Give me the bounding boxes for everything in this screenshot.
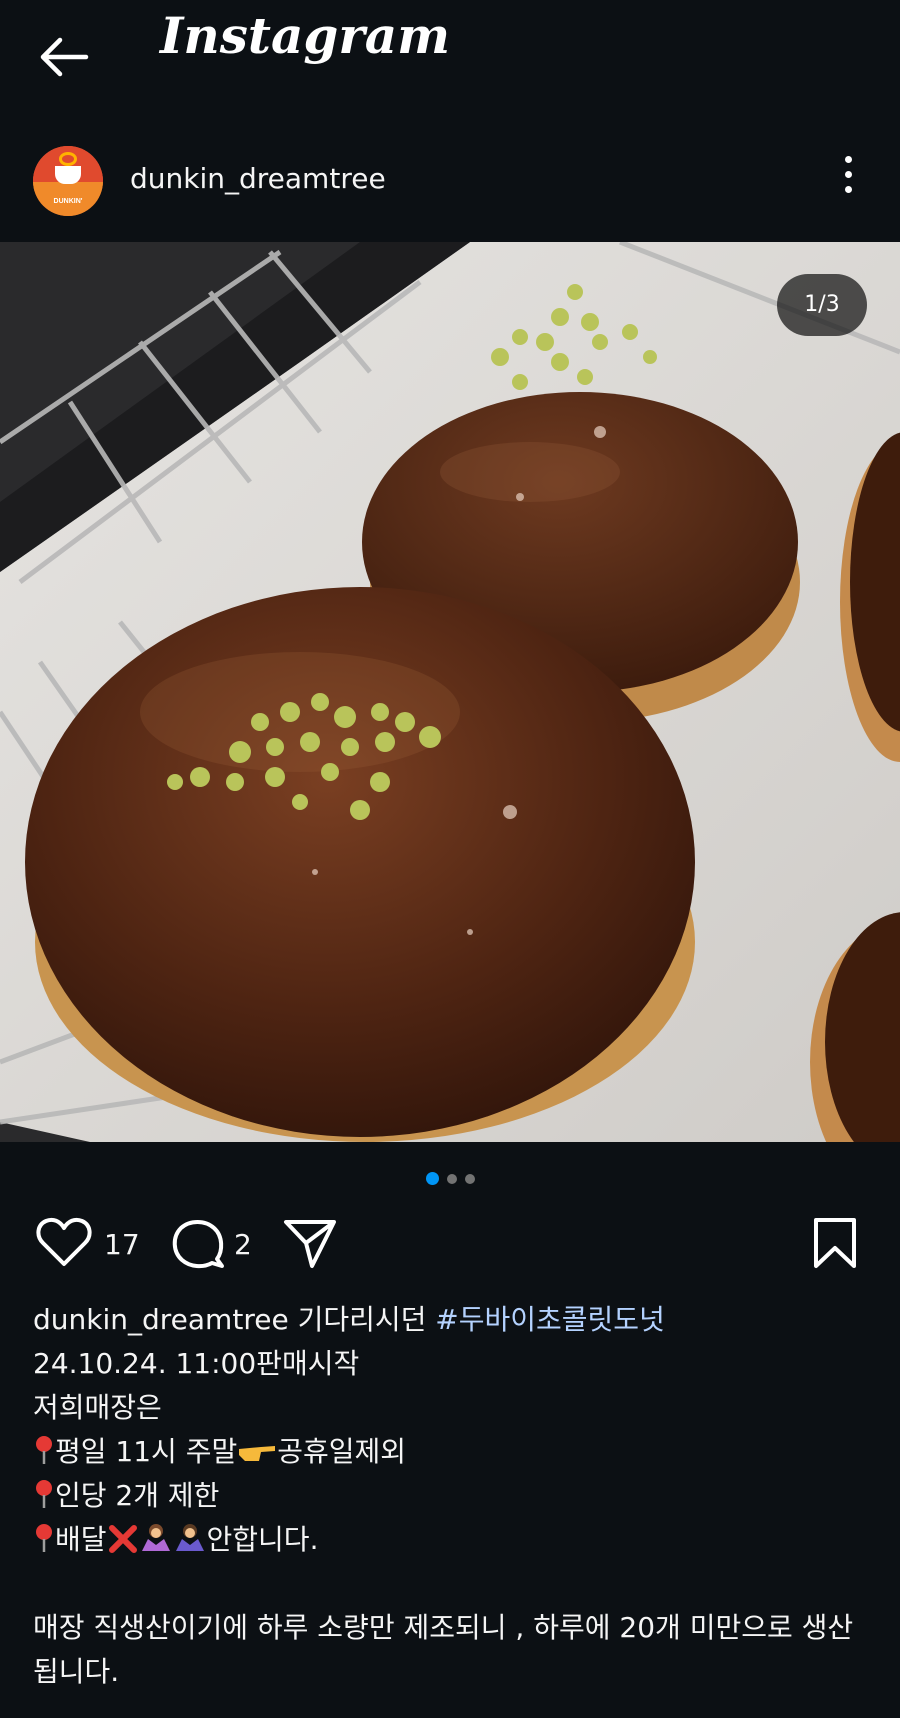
pin-icon (36, 1436, 52, 1464)
caption-paragraph: 매장 직생산이기에 하루 소량만 제조되니 , 하루에 20개 미만으로 생산됩… (33, 1611, 854, 1688)
post-actions: 17 2 (0, 1208, 900, 1278)
pointing-hand-icon (239, 1446, 276, 1461)
comment-count[interactable]: 2 (234, 1228, 252, 1261)
caption-text: 기다리시던 (288, 1303, 436, 1336)
avatar-logo-text: DUNKIN' (53, 198, 83, 205)
donut-photo (0, 242, 900, 1142)
carousel-dot (464, 1174, 475, 1184)
caption-text: 공휴일제외 (277, 1435, 407, 1468)
post-caption: dunkin_dreamtree 기다리시던 #두바이초콜릿도넛 24.10.2… (33, 1298, 873, 1694)
hashtag-link[interactable]: #두바이초콜릿도넛 (435, 1303, 665, 1336)
caption-text: 배달 (55, 1523, 107, 1556)
caption-line-limit: 인당 2개 제한 (33, 1474, 873, 1518)
more-options-icon[interactable] (836, 156, 860, 200)
app-title: Instagram (160, 6, 450, 65)
person-gesturing-no-icon (175, 1524, 204, 1551)
caption-text: 안합니다. (206, 1523, 319, 1556)
back-arrow-icon[interactable] (34, 32, 94, 82)
caption-text: 인당 2개 제한 (55, 1479, 220, 1512)
pin-icon (36, 1480, 52, 1508)
caption-line-store: 저희매장은 (33, 1391, 162, 1424)
like-count[interactable]: 17 (104, 1228, 140, 1261)
carousel-indicator (0, 1169, 900, 1188)
person-gesturing-no-icon (141, 1524, 170, 1551)
post-image[interactable] (0, 242, 900, 1142)
caption-line-date: 24.10.24. 11:00판매시작 (33, 1347, 360, 1380)
caption-text: 평일 11시 주말 (55, 1435, 238, 1468)
carousel-dot-active (425, 1172, 439, 1185)
comment-icon[interactable] (170, 1216, 226, 1272)
cross-mark-icon (108, 1525, 137, 1553)
pin-icon (36, 1524, 52, 1552)
caption-line-hours: 평일 11시 주말 공휴일제외 (33, 1430, 873, 1474)
caption-line-delivery: 배달 안합니다. (33, 1518, 873, 1562)
caption-username[interactable]: dunkin_dreamtree (33, 1303, 289, 1336)
image-counter: 1/3 (777, 274, 867, 336)
avatar[interactable]: DUNKIN' (33, 146, 103, 216)
heart-icon[interactable] (36, 1216, 92, 1268)
carousel-dot (446, 1174, 457, 1184)
post-username[interactable]: dunkin_dreamtree (130, 162, 386, 195)
post-header: DUNKIN' dunkin_dreamtree (0, 138, 900, 218)
share-icon[interactable] (282, 1216, 338, 1272)
top-bar: Instagram (0, 0, 900, 115)
bookmark-icon[interactable] (812, 1216, 858, 1270)
